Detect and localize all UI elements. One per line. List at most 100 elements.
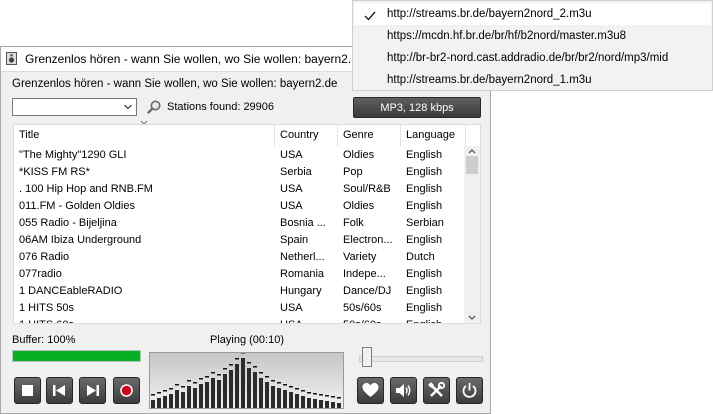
audio-visualizer <box>149 352 344 409</box>
visualizer-bar <box>187 386 191 408</box>
next-button[interactable] <box>79 377 106 404</box>
visualizer-peak <box>247 362 251 364</box>
filter-combobox[interactable] <box>12 98 137 116</box>
stations-table: Title Country Genre Language "The Mighty"12… <box>13 124 481 324</box>
cell-language: Dutch <box>406 251 435 263</box>
cell-country: Serbia <box>280 166 312 178</box>
cell-genre: Oldies <box>343 200 375 212</box>
power-button[interactable] <box>456 377 483 404</box>
volume-slider-thumb[interactable] <box>362 347 373 367</box>
favorite-button[interactable] <box>357 377 384 404</box>
cell-country: USA <box>280 149 303 161</box>
table-row[interactable]: 1 DANCEableRADIO Hungary Dance/DJ English <box>14 283 466 300</box>
visualizer-peak <box>289 386 293 388</box>
volume-button[interactable] <box>390 377 417 404</box>
cell-language: English <box>406 166 443 178</box>
search-icon[interactable] <box>146 99 162 115</box>
visualizer-peak <box>265 376 269 378</box>
table-row[interactable]: 06AM Ibiza Underground Spain Electron... En… <box>14 232 466 249</box>
stream-url-menu: http://streams.br.de/bayern2nord_2.m3u h… <box>352 0 713 91</box>
visualizer-bar <box>241 358 245 408</box>
volume-slider-track[interactable] <box>359 356 483 362</box>
checkmark-icon <box>364 11 376 21</box>
cell-language: English <box>401 317 466 323</box>
table-scrollbar[interactable] <box>464 146 480 323</box>
visualizer-peak <box>283 384 287 386</box>
buffer-label: Buffer: 100% <box>12 334 76 346</box>
table-row[interactable]: 011.FM - Golden Oldies USA Oldies English <box>14 198 466 215</box>
table-row[interactable]: "The Mighty"1290 GLI USA Oldies English <box>14 147 466 164</box>
stream-format-button[interactable]: MP3, 128 kbps <box>353 97 481 118</box>
stream-url-label: https://mcdn.hf.br.de/br/hf/b2nord/maste… <box>387 30 627 42</box>
visualizer-peak <box>229 364 233 366</box>
chevron-down-icon[interactable] <box>123 102 133 112</box>
visualizer-bar <box>295 394 299 408</box>
stop-icon <box>22 385 33 396</box>
visualizer-peak <box>187 380 191 382</box>
visualizer-peak <box>181 386 185 388</box>
cell-language: English <box>406 268 443 280</box>
visualizer-peak <box>163 390 167 392</box>
visualizer-bar <box>337 403 341 408</box>
cell-country: USA <box>280 183 303 195</box>
table-row[interactable]: 1 HITS 60sUSA50s/60sEnglish <box>14 317 466 323</box>
cell-title: *KISS FM RS* <box>19 166 90 178</box>
table-row[interactable]: *KISS FM RS* Serbia Pop English <box>14 164 466 181</box>
visualizer-peak <box>253 366 257 368</box>
buffer-progress-bar <box>12 350 141 362</box>
previous-button[interactable] <box>46 377 73 404</box>
buffer-progress-fill <box>13 351 140 361</box>
record-button[interactable] <box>113 377 140 404</box>
cell-genre: Folk <box>343 217 364 229</box>
visualizer-bar <box>163 396 167 408</box>
table-row[interactable]: . 100 Hip Hop and RNB.FM USA Soul/R&B Engli… <box>14 181 466 198</box>
column-genre[interactable]: Genre <box>338 125 401 146</box>
cell-country: USA <box>280 302 303 314</box>
cell-genre: 50s/60s <box>338 317 401 323</box>
stream-url-item[interactable]: https://mcdn.hf.br.de/br/hf/b2nord/maste… <box>354 25 711 47</box>
cell-country: Netherl... <box>280 251 325 263</box>
visualizer-bar <box>271 386 275 408</box>
visualizer-peak <box>277 382 281 384</box>
visualizer-bar <box>283 390 287 408</box>
table-row[interactable]: 1 HITS 50s USA 50s/60s English <box>14 300 466 317</box>
table-row[interactable]: 076 Radio Netherl... Variety Dutch <box>14 249 466 266</box>
column-language[interactable]: Language <box>401 125 466 146</box>
visualizer-band <box>150 368 343 373</box>
cell-language: Serbian <box>406 217 444 229</box>
scrollbar-thumb[interactable] <box>466 156 478 174</box>
visualizer-bar <box>289 392 293 408</box>
scroll-down-icon[interactable] <box>468 315 476 321</box>
stream-url-label: http://streams.br.de/bayern2nord_2.m3u <box>387 8 592 20</box>
visualizer-bar <box>175 390 179 408</box>
visualizer-peak <box>319 394 323 396</box>
visualizer-bar <box>301 396 305 408</box>
visualizer-bar <box>211 378 215 408</box>
stream-url-item[interactable]: http://streams.br.de/bayern2nord_2.m3u <box>354 3 711 25</box>
stream-url-item[interactable]: http://br-br2-nord.cast.addradio.de/br/b… <box>354 47 711 69</box>
column-country[interactable]: Country <box>275 125 338 146</box>
visualizer-bar <box>235 364 239 408</box>
cell-language: English <box>406 302 443 314</box>
settings-button[interactable] <box>423 377 450 404</box>
stream-url-item[interactable]: http://streams.br.de/bayern2nord_1.m3u <box>354 69 711 91</box>
visualizer-bar <box>157 398 161 408</box>
stream-url-label: http://br-br2-nord.cast.addradio.de/br/b… <box>387 52 669 64</box>
column-title[interactable]: Title <box>14 125 275 146</box>
table-row[interactable]: 055 Radio - Bijeljina Bosnia ... Folk Serbi… <box>14 215 466 232</box>
table-row[interactable]: 077radio Romania Indepe... English <box>14 266 466 283</box>
visualizer-bar <box>199 384 203 408</box>
stop-button[interactable] <box>14 377 41 404</box>
cell-title: 011.FM - Golden Oldies <box>19 200 135 212</box>
scroll-up-icon[interactable] <box>468 148 476 154</box>
cell-genre: Variety <box>343 251 377 263</box>
cell-language: English <box>406 200 443 212</box>
visualizer-bar <box>181 392 185 408</box>
cell-title: 1 HITS 50s <box>19 302 75 314</box>
visualizer-bar <box>169 394 173 408</box>
visualizer-peak <box>331 396 335 398</box>
cell-title: . 100 Hip Hop and RNB.FM <box>19 183 153 195</box>
visualizer-peak <box>223 368 227 370</box>
visualizer-peak <box>235 358 239 360</box>
visualizer-bars <box>150 353 343 408</box>
